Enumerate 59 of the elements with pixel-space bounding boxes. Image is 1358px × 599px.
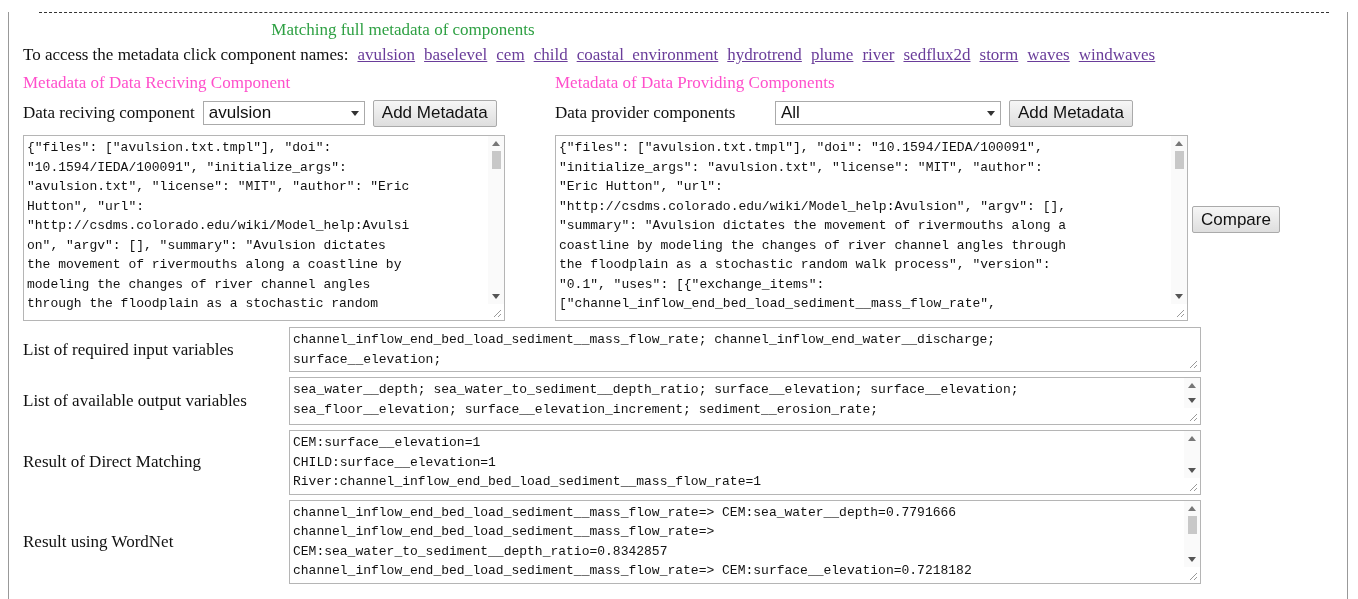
component-link[interactable]: hydrotrend	[727, 45, 802, 65]
component-link[interactable]: river	[862, 45, 895, 65]
resize-grip-icon[interactable]	[1189, 360, 1198, 369]
section-heading: Metadata of Data Reciving Component	[23, 73, 292, 94]
field-label: Result of Direct Matching	[23, 452, 202, 473]
scroll-down-arrow-icon[interactable]	[1188, 398, 1196, 403]
instruction-text: To access the metadata click component names:	[23, 45, 349, 65]
resize-grip-icon[interactable]	[493, 309, 502, 318]
result-text-area[interactable]: CEM:surface__elevation=1 CHILD:surface__elevation=1 River:channel_inflow_end_bed_load_sediment__mass_flow_rate=1	[289, 430, 1201, 495]
result-text-area[interactable]: sea_water__depth; sea_water_to_sediment__depth_ratio; surface__elevation; surface__elevation; sea_floor__elevation; surface__elevation_increment; sediment__erosion_rate;	[289, 377, 1201, 425]
component-link[interactable]: cem	[496, 45, 525, 65]
scrollbar[interactable]	[1171, 136, 1187, 304]
page-title: Matching full metadata of components	[270, 20, 536, 41]
scroll-up-arrow-icon[interactable]	[492, 141, 500, 146]
scroll-up-arrow-icon[interactable]	[1188, 436, 1196, 441]
scrollbar[interactable]	[488, 136, 504, 304]
component-link[interactable]: coastal_environment	[576, 45, 719, 65]
metadata-text-area[interactable]: {"files": ["avulsion.txt.tmpl"], "doi": "10.1594/IEDA/100091", "initialize_args": "avulsion.txt", "license": "MIT", "author": "Eric Hutton", "url": "http://csdms.colorado.edu/wiki/Model_help:Avulsi on", "argv": [], "summary": "Avulsion dictates the movement of rivermouths along a coastline by modeling the changes of river channel angles through the floodplain as a stochastic random	[23, 135, 505, 321]
scroll-down-arrow-icon[interactable]	[492, 294, 500, 299]
component-link[interactable]: avulsion	[357, 45, 416, 65]
resize-grip-icon[interactable]	[1189, 571, 1198, 581]
field-label: Data provider components	[555, 103, 737, 123]
caret-icon	[987, 110, 995, 116]
add-metadata-button[interactable]: Add Metadata	[1009, 99, 1133, 127]
resize-grip-icon[interactable]	[1176, 309, 1185, 318]
compare-button[interactable]: Compare	[1192, 206, 1280, 233]
section-heading: Metadata of Data Providing Components	[555, 73, 836, 94]
component-link[interactable]: windwaves	[1078, 45, 1156, 65]
scroll-up-arrow-icon[interactable]	[1188, 383, 1196, 388]
component-link[interactable]: baselevel	[424, 45, 488, 65]
scrollbar[interactable]	[1184, 378, 1200, 408]
field-label: List of required input variables	[23, 339, 235, 360]
scrollbar[interactable]	[1184, 500, 1200, 567]
component-link[interactable]: child	[533, 45, 568, 65]
add-metadata-button[interactable]: Add Metadata	[372, 99, 497, 127]
component-link[interactable]: waves	[1027, 45, 1070, 65]
resize-grip-icon[interactable]	[1189, 413, 1198, 422]
component-dropdown[interactable]: avulsion	[202, 101, 365, 125]
component-link[interactable]: plume	[810, 45, 854, 65]
component-link[interactable]: storm	[979, 45, 1019, 65]
caret-icon	[350, 110, 359, 116]
field-label: List of available output variables	[23, 391, 248, 411]
component-link[interactable]: sedflux2d	[903, 45, 971, 65]
scroll-up-arrow-icon[interactable]	[1188, 505, 1196, 511]
scroll-down-arrow-icon[interactable]	[1188, 556, 1196, 562]
result-text-area[interactable]: channel_inflow_end_bed_load_sediment__mass_flow_rate=> CEM:sea_water__depth=0.7791666 channel_inflow_end_bed_load_sediment__mass_flow_rate=> CEM:sea_water_to_sediment__depth_ratio=0.8342857 channel_inflow_end_bed_load_sediment__mass_flow_rate=> CEM:surface__elevation=0.7218182	[289, 499, 1201, 584]
field-label: Data reciving component	[23, 103, 195, 123]
scroll-thumb[interactable]	[1174, 151, 1184, 169]
field-label: Result using WordNet	[23, 531, 175, 552]
scroll-thumb[interactable]	[491, 151, 501, 169]
metadata-text-area[interactable]: {"files": ["avulsion.txt.tmpl"], "doi": "10.1594/IEDA/100091", "initialize_args": "avulsion.txt", "license": "MIT", "author": "Eric Hutton", "url": "http://csdms.colorado.edu/wiki/Model_help:Avulsion", "argv": [], "summary": "Avulsion dictates the movement of rivermouths along a coastline by modeling the changes of river channel angles through the floodplain as a stochastic random walk process", "version": "0.1", "uses": [{"exchange_items": ["channel_inflow_end_bed_load_sediment__mass_flow_rate",	[555, 135, 1188, 321]
scroll-down-arrow-icon[interactable]	[1188, 467, 1196, 473]
result-text-area[interactable]: channel_inflow_end_bed_load_sediment__mass_flow_rate; channel_inflow_end_water__discharge; surface__elevation;	[289, 327, 1201, 372]
scroll-up-arrow-icon[interactable]	[1175, 141, 1183, 146]
component-dropdown[interactable]: All	[775, 101, 1001, 125]
scrollbar[interactable]	[1184, 431, 1200, 478]
scroll-down-arrow-icon[interactable]	[1175, 294, 1183, 299]
resize-grip-icon[interactable]	[1189, 482, 1198, 492]
scroll-thumb[interactable]	[1187, 515, 1197, 534]
